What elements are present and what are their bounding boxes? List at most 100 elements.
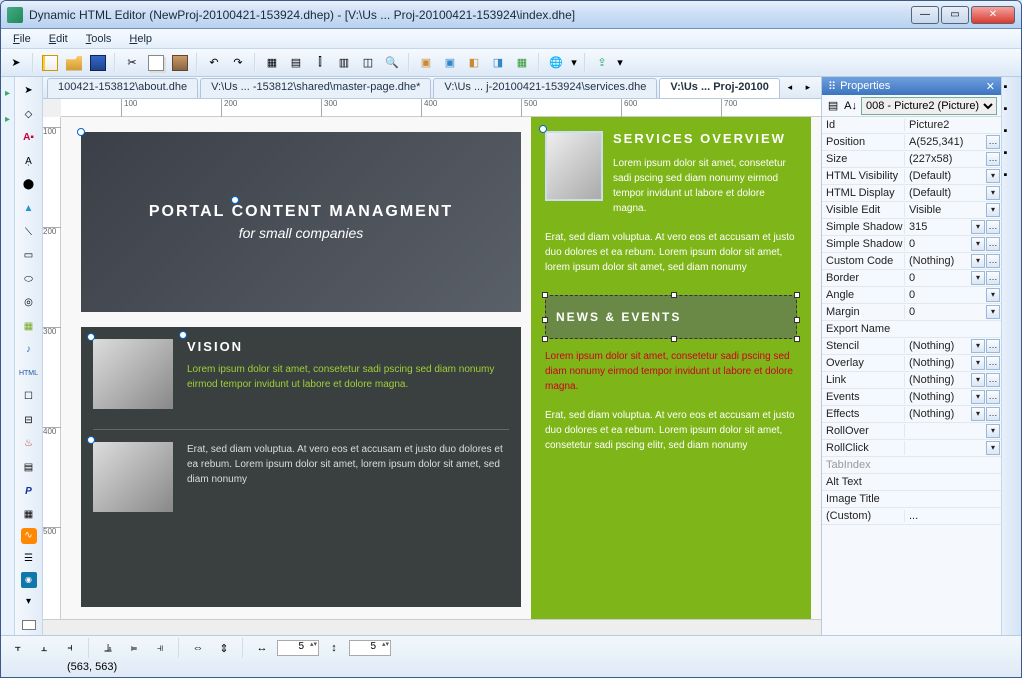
spacing-h-button[interactable]: ↔ [251,637,273,659]
preview-button[interactable]: 🔍 [381,52,403,74]
property-value[interactable]: (Default)▾ [904,186,1001,200]
dropdown-icon[interactable]: ▾ [986,203,1000,217]
property-value[interactable]: (Nothing)▾… [904,254,1001,268]
tab-about[interactable]: 100421-153812\about.dhe [47,78,198,98]
property-row[interactable]: PositionA(525,341)… [822,134,1001,151]
property-value[interactable]: ... [904,510,1001,522]
property-row[interactable]: Stencil(Nothing)▾… [822,338,1001,355]
property-value[interactable]: Visible▾ [904,203,1001,217]
paste-button[interactable] [169,52,191,74]
property-row[interactable]: RollOver▾ [822,423,1001,440]
selected-picture[interactable]: NEWS & EVENTS [545,295,797,339]
cut-button[interactable]: ✂ [121,52,143,74]
paypal-tool[interactable]: P [19,481,39,501]
handle-icon[interactable] [77,128,85,136]
handle-icon[interactable] [87,333,95,341]
px-tool[interactable]: ◉ [21,572,37,588]
rss-tool[interactable]: ∿ [21,528,37,544]
dropdown-icon[interactable]: ▾ [986,305,1000,319]
property-value[interactable]: ▾ [904,424,1001,438]
spacing-h-value[interactable]: 5 [277,640,319,656]
copy-button[interactable] [145,52,167,74]
object-selector[interactable]: 008 - Picture2 (Picture) [861,97,997,115]
vision-block[interactable]: VISION Lorem ipsum dolor sit amet, conse… [81,327,521,607]
dock-tool-2[interactable]: ▪ [1004,103,1020,119]
ellipsis-button[interactable]: … [986,254,1000,268]
property-row[interactable]: Margin0▾ [822,304,1001,321]
label-tool[interactable]: Ạ [19,152,39,172]
property-row[interactable]: TabIndex [822,457,1001,474]
ellipsis-button[interactable]: … [986,356,1000,370]
text-tool[interactable]: A▪ [19,128,39,148]
resize-handle[interactable] [794,292,800,298]
resize-handle[interactable] [542,317,548,323]
dock-tool-3[interactable]: ▪ [1004,125,1020,141]
property-value[interactable]: ▾ [904,441,1001,455]
resize-handle[interactable] [671,336,677,342]
handle-icon[interactable] [231,196,239,204]
property-value[interactable]: 0▾ [904,288,1001,302]
property-value[interactable]: (Nothing)▾… [904,407,1001,421]
property-row[interactable]: RollClick▾ [822,440,1001,457]
ellipsis-button[interactable]: … [986,220,1000,234]
resize-handle[interactable] [542,336,548,342]
table-tool[interactable]: ▦ [19,505,39,525]
open-button[interactable] [63,52,85,74]
spacing-v-button[interactable]: ↕ [323,637,345,659]
backward-button[interactable]: ◨ [487,52,509,74]
dropdown-icon[interactable]: ▾ [986,441,1000,455]
ellipsis-button[interactable]: … [986,339,1000,353]
dropdown-icon[interactable]: ▾ [971,407,985,421]
property-value[interactable]: A(525,341)… [904,135,1001,149]
shape-tool[interactable]: ◇ [19,105,39,125]
property-row[interactable]: Border0▾… [822,270,1001,287]
html-tool[interactable]: HTML [19,364,39,384]
property-row[interactable]: Alt Text [822,474,1001,491]
services-image[interactable] [545,131,603,201]
align-left-button[interactable]: ⫟ [7,637,29,659]
property-value[interactable]: (Nothing)▾… [904,373,1001,387]
tab-index[interactable]: V:\Us ... Proj-20100 [659,78,779,98]
titlebar[interactable]: Dynamic HTML Editor (NewProj-20100421-15… [1,1,1021,29]
gallery-tool[interactable]: ▤ [19,458,39,478]
dropdown-icon[interactable]: ▾ [986,169,1000,183]
resize-handle[interactable] [542,292,548,298]
dropdown-icon[interactable]: ▾ [971,356,985,370]
dropdown-icon[interactable]: ▾ [971,254,985,268]
vision-image-2[interactable] [93,442,173,512]
globe-button[interactable]: 🌐 [545,52,567,74]
ellipsis-button[interactable]: … [986,373,1000,387]
dock-tool-1[interactable]: ▪ [1004,81,1020,97]
snap-button[interactable]: ▤ [285,52,307,74]
align-right-button[interactable]: ⫞ [59,637,81,659]
property-row[interactable]: Overlay(Nothing)▾… [822,355,1001,372]
prop-sort-button[interactable]: A↓ [843,97,858,115]
java-tool[interactable]: ♨ [19,434,39,454]
button-tool[interactable]: ⬭ [19,269,39,289]
property-row[interactable]: Events(Nothing)▾… [822,389,1001,406]
property-row[interactable]: Effects(Nothing)▾… [822,406,1001,423]
handle-icon[interactable] [87,436,95,444]
menu-file[interactable]: File [5,31,39,47]
property-row[interactable]: IdPicture2 [822,117,1001,134]
publish-dd-icon[interactable]: ▾ [615,52,625,74]
rect-tool[interactable]: ▭ [19,246,39,266]
menu-edit[interactable]: Edit [41,31,76,47]
paint-tool[interactable]: ⬤ [19,175,39,195]
menu-help[interactable]: Help [121,31,160,47]
property-row[interactable]: Angle0▾ [822,287,1001,304]
align-button[interactable]: ▥ [333,52,355,74]
design-canvas[interactable]: PORTAL CONTENT MANAGMENT for small compa… [61,117,821,619]
panel-close-icon[interactable]: ✕ [986,80,995,93]
bring-front-button[interactable]: ▣ [415,52,437,74]
property-row[interactable]: Simple Shadow315▾… [822,219,1001,236]
forward-button[interactable]: ◧ [463,52,485,74]
menu-tools[interactable]: Tools [78,31,120,47]
align-center-button[interactable]: ⫠ [33,637,55,659]
resize-handle[interactable] [671,292,677,298]
menu-tool[interactable]: ☰ [19,548,39,568]
property-row[interactable]: Image Title [822,491,1001,508]
property-value[interactable]: (227x58)… [904,152,1001,166]
dropdown-icon[interactable]: ▾ [971,390,985,404]
minimize-button[interactable]: — [911,6,939,24]
